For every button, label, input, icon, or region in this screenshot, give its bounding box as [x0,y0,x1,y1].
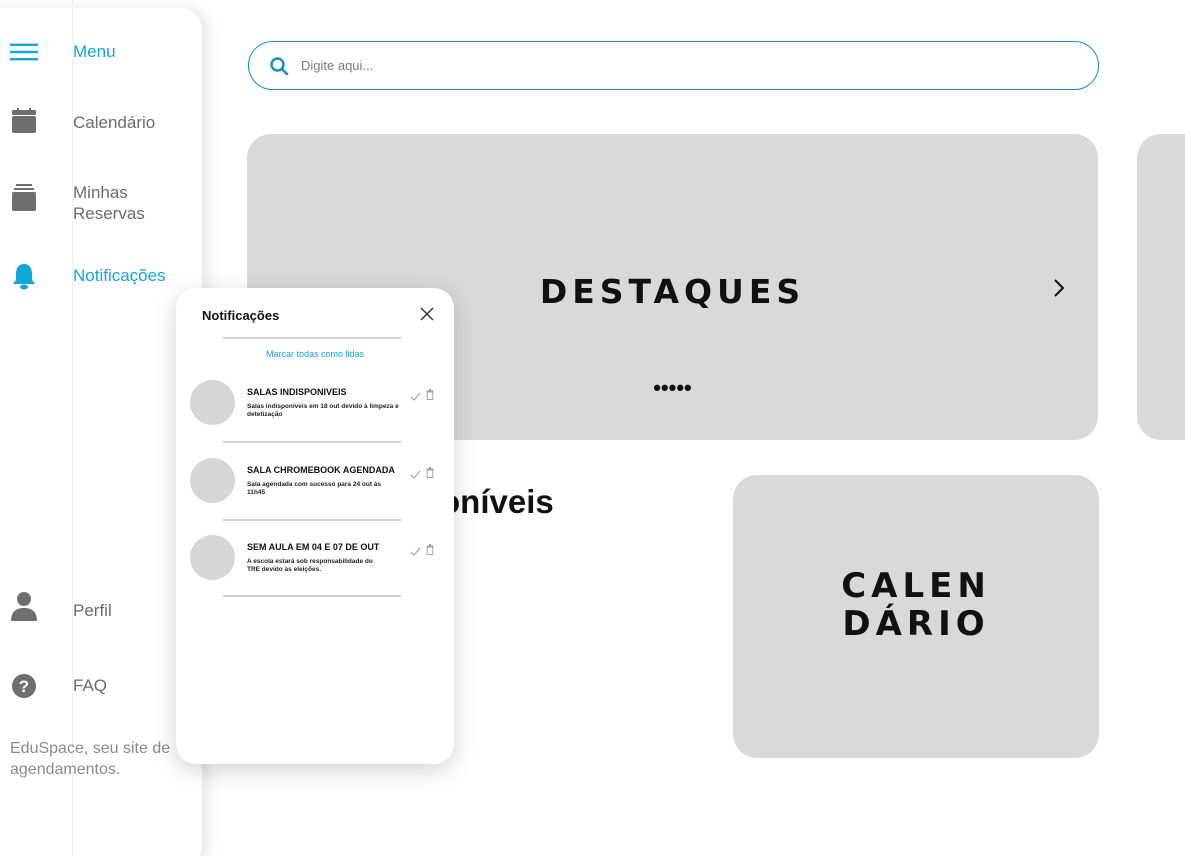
divider [223,441,401,443]
notification-title: SALAS INDISPONIVEIS [247,387,347,397]
reservations-icon [10,184,38,212]
sidebar-item-label: Calendário [73,113,156,132]
calendar-card-title-line2: DÁRIO [842,604,990,644]
trash-icon[interactable] [426,544,434,555]
avatar [190,458,235,503]
trash-icon[interactable] [426,389,434,400]
divider [223,595,401,597]
sidebar [0,8,202,856]
calendar-icon [10,107,38,135]
sidebar-item-label: Minhas Reservas [73,183,145,223]
svg-text:?: ? [19,677,29,696]
divider [223,337,401,339]
calendar-card[interactable]: CALEN DÁRIO [733,475,1099,758]
avatar [190,535,235,580]
notification-body: Sala agendada com sucesso para 24 out às… [247,481,382,496]
check-icon[interactable] [410,470,421,480]
notification-item[interactable]: SEM AULA EM 04 E 07 DE OUT A escola esta… [190,535,440,591]
notification-title: SALA CHROMEBOOK AGENDADA [247,465,395,475]
help-icon: ? [10,672,38,700]
close-icon[interactable] [419,306,435,322]
notification-item[interactable]: SALA CHROMEBOOK AGENDADA Sala agendada c… [190,458,440,514]
chevron-right-icon[interactable] [1050,276,1068,300]
bell-icon [10,262,38,290]
check-icon[interactable] [410,547,421,557]
sidebar-tagline: EduSpace, seu site de agendamentos. [10,740,171,778]
notifications-title: Notificações [202,308,280,323]
calendar-card-title: CALEN DÁRIO [733,567,1099,643]
next-card-peek[interactable] [1137,134,1185,440]
search-input[interactable] [301,58,1061,73]
avatar [190,380,235,425]
calendar-card-title-line1: CALEN [841,566,991,606]
notifications-panel: Notificações Marcar todas como lidas SAL… [176,288,454,764]
sidebar-item-label: Notificações [73,266,166,285]
notification-body: Salas indisponíveis em 18 out devido à l… [247,403,399,418]
user-icon [10,592,38,621]
sidebar-menu-label: Menu [73,42,116,61]
hamburger-menu-icon[interactable] [10,38,38,66]
check-icon[interactable] [410,392,421,402]
sidebar-item-label: Perfil [73,601,112,620]
search-bar[interactable] [248,41,1099,90]
sidebar-item-label: FAQ [73,676,108,695]
search-icon [270,56,289,75]
notification-title: SEM AULA EM 04 E 07 DE OUT [247,542,380,552]
trash-icon[interactable] [426,467,434,478]
divider [223,519,401,521]
section-heading: oníveis [440,483,554,520]
mark-all-read-link[interactable]: Marcar todas como lidas [176,349,454,359]
notification-item[interactable]: SALAS INDISPONIVEIS Salas indisponíveis … [190,380,440,436]
notification-body: A escola estará sob responsabilidade do … [247,558,373,573]
